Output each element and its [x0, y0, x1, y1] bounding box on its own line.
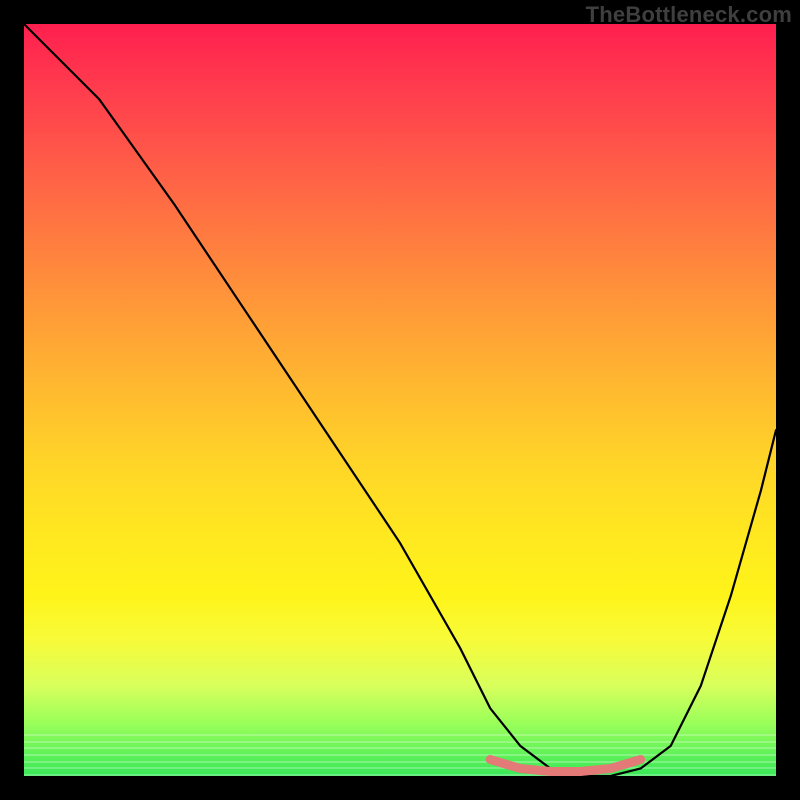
- chart-frame: [24, 24, 776, 776]
- chart-svg: [24, 24, 776, 776]
- optimal-band: [490, 760, 640, 772]
- bottleneck-curve: [24, 24, 776, 776]
